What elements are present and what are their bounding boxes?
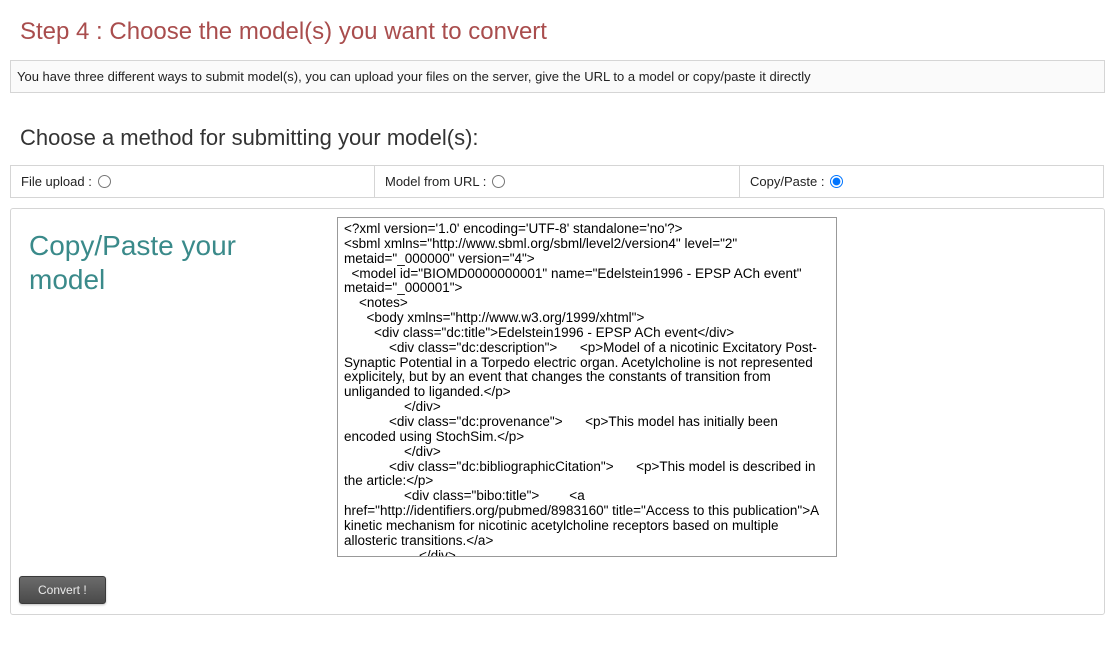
method-copy-paste[interactable]: Copy/Paste : — [740, 165, 1104, 198]
convert-button[interactable]: Convert ! — [19, 576, 106, 604]
method-from-url-label: Model from URL : — [385, 174, 486, 189]
info-bar: You have three different ways to submit … — [10, 60, 1105, 93]
model-textarea[interactable] — [337, 217, 837, 557]
copy-paste-panel-title: Copy/Paste your model — [29, 229, 319, 296]
method-copy-paste-radio[interactable] — [830, 175, 843, 188]
method-file-upload-radio[interactable] — [98, 175, 111, 188]
copy-paste-panel: Copy/Paste your model Convert ! — [10, 208, 1105, 615]
method-file-upload[interactable]: File upload : — [10, 165, 375, 198]
method-copy-paste-label: Copy/Paste : — [750, 174, 824, 189]
method-from-url[interactable]: Model from URL : — [375, 165, 740, 198]
method-selection-row: File upload : Model from URL : Copy/Past… — [10, 165, 1105, 198]
page-title: Step 4 : Choose the model(s) you want to… — [0, 0, 1115, 60]
method-subheading: Choose a method for submitting your mode… — [0, 93, 1115, 165]
method-from-url-radio[interactable] — [492, 175, 505, 188]
method-file-upload-label: File upload : — [21, 174, 92, 189]
